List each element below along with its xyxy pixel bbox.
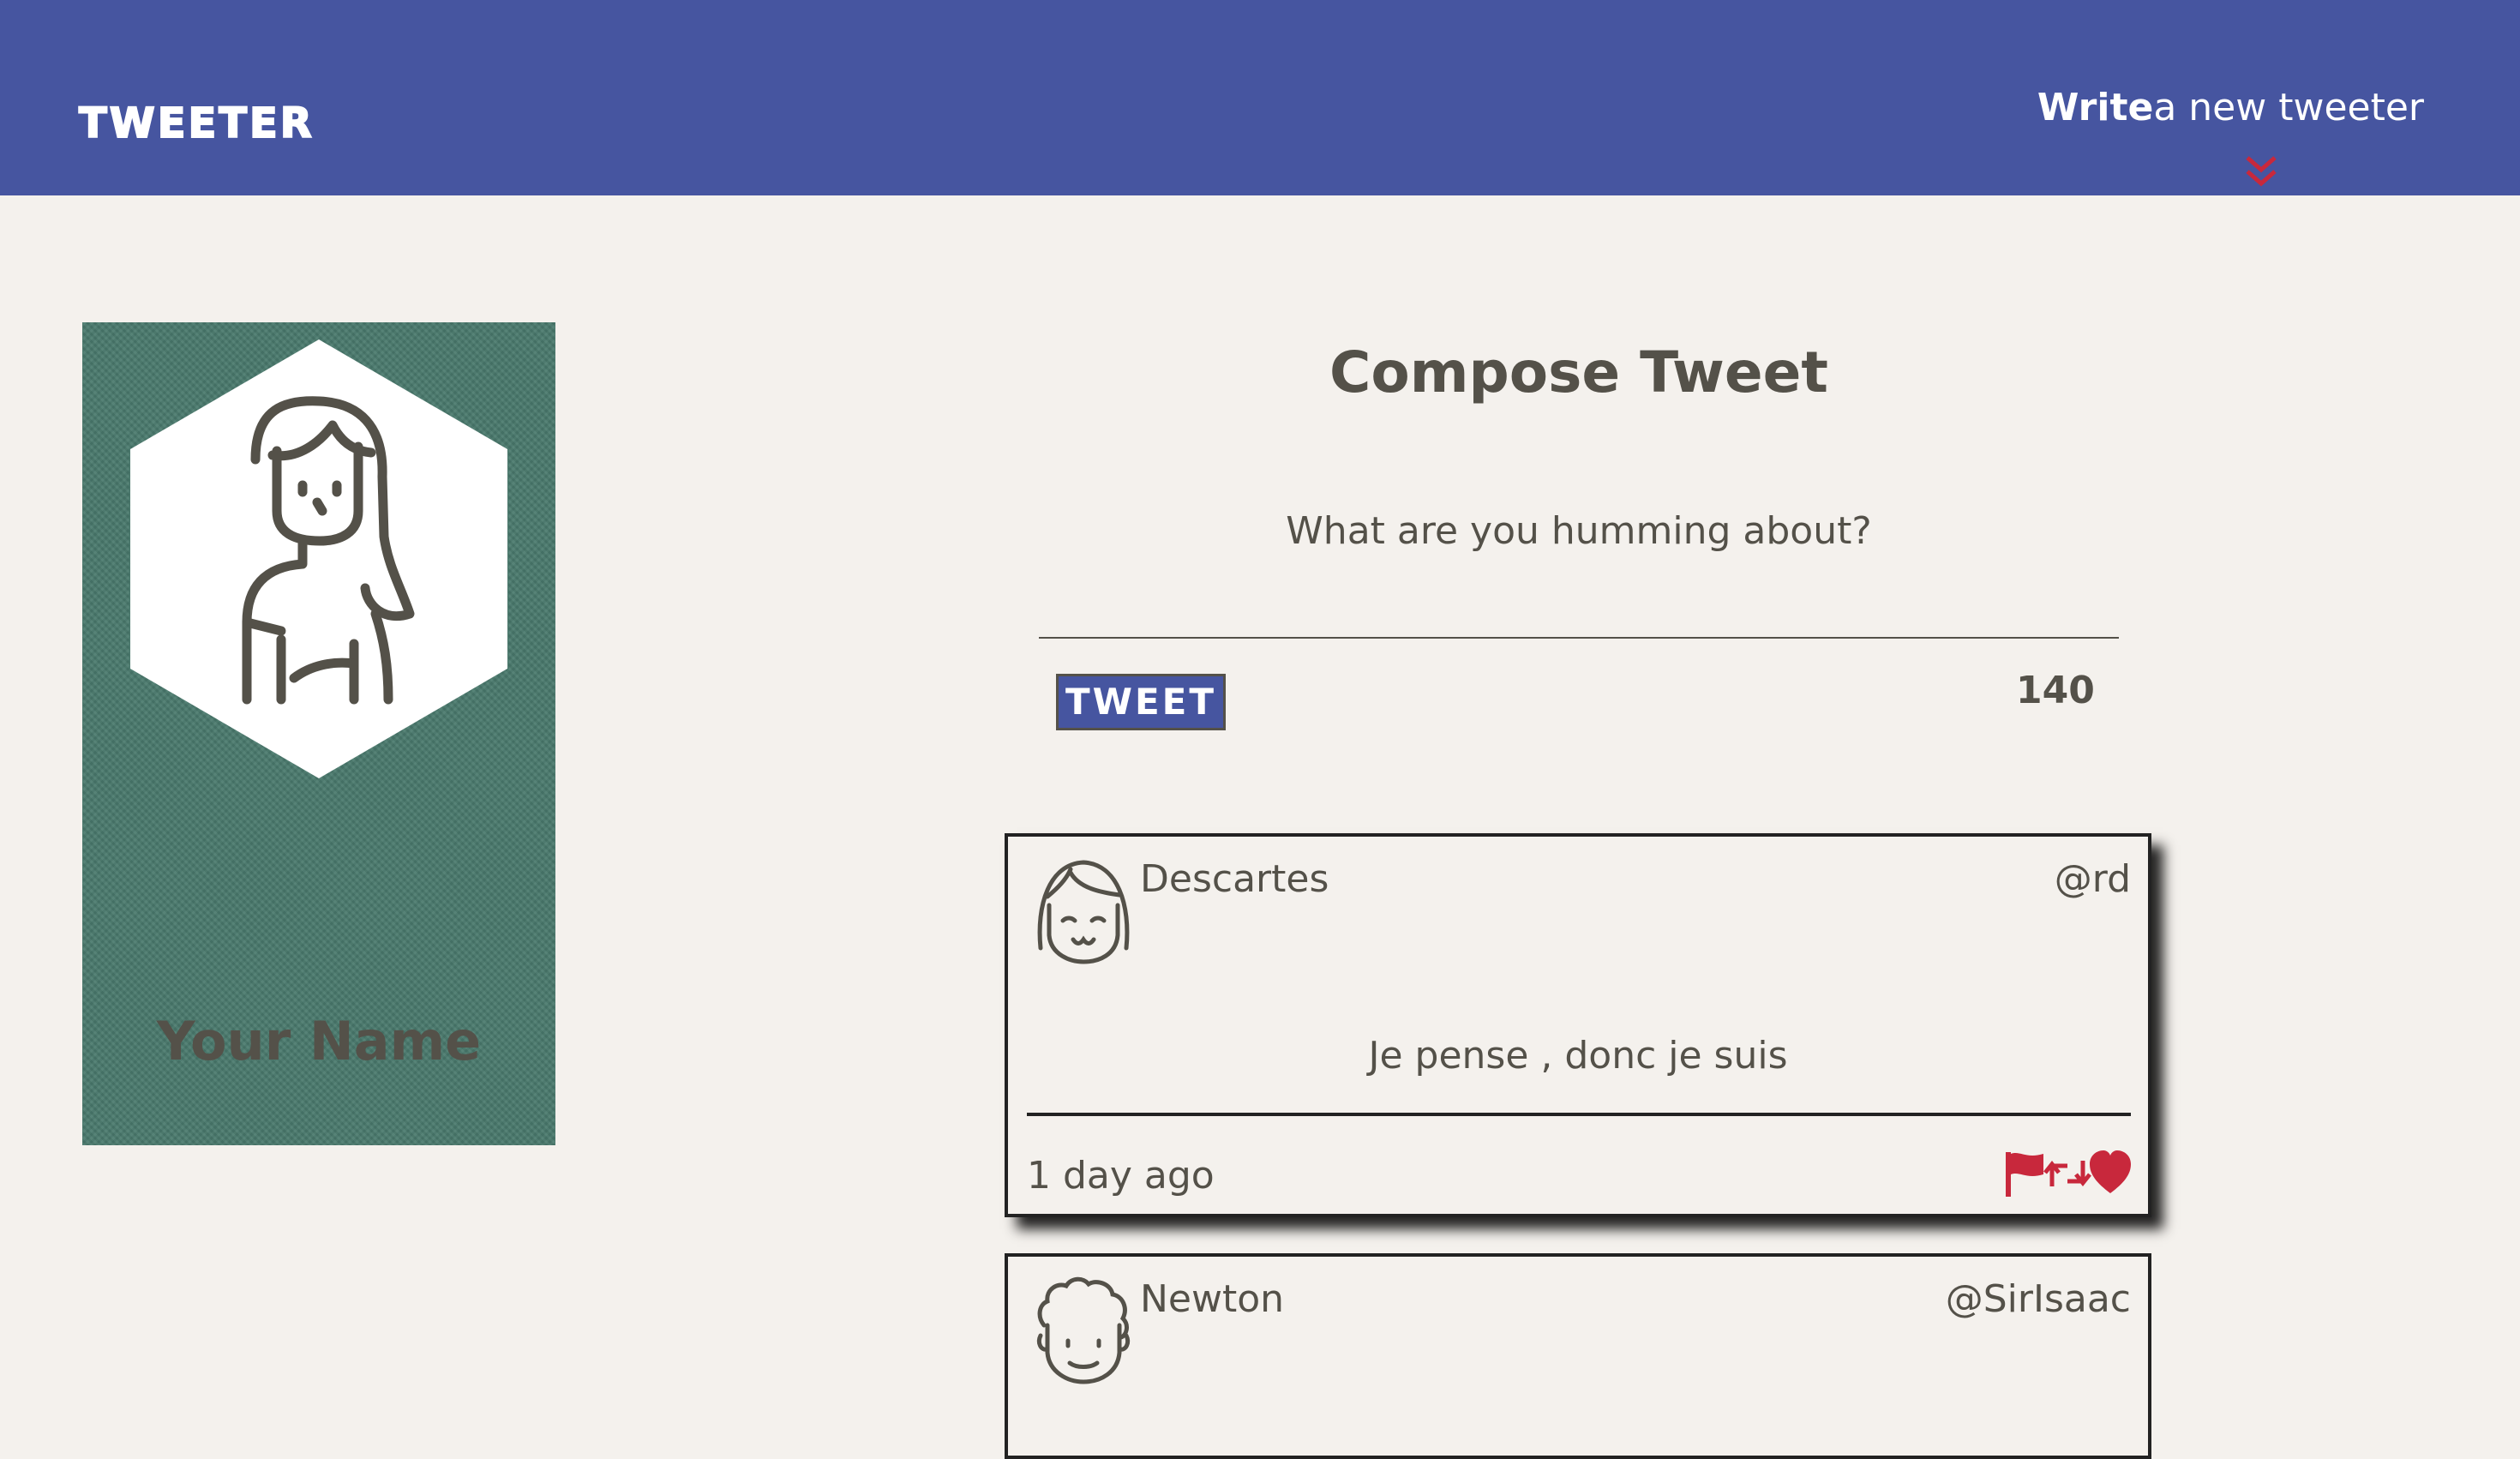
retweet-icon[interactable]: [2043, 1149, 2091, 1198]
tweet-divider: [1027, 1113, 2131, 1116]
heart-icon[interactable]: [2088, 1149, 2133, 1198]
tweet-author-avatar: [1037, 860, 1130, 964]
write-link-bold: Write: [2037, 86, 2154, 129]
profile-name: Your Name: [156, 1010, 482, 1072]
tweet-handle: @rd: [2054, 857, 2131, 901]
compose-tweet-input[interactable]: [1039, 501, 2119, 639]
write-new-tweet-link[interactable]: Writea new tweeter: [2037, 86, 2424, 129]
tweet-card: Descartes @rd Je pense , donc je suis 1 …: [1005, 833, 2151, 1217]
profile-avatar: [130, 339, 507, 778]
flag-icon[interactable]: [2004, 1149, 2045, 1198]
compose-title: Compose Tweet: [1329, 339, 1828, 405]
tweet-timestamp: 1 day ago: [1027, 1154, 1215, 1198]
tweet-author-avatar: [1036, 1276, 1131, 1384]
top-navbar: TWEETER Writea new tweeter: [0, 0, 2520, 195]
character-counter: 140: [2016, 669, 2095, 712]
tweet-actions: [2004, 1149, 2133, 1198]
tweet-author: Descartes: [1140, 857, 1329, 901]
tweet-handle: @SirIsaac: [1945, 1277, 2131, 1321]
app-logo[interactable]: TWEETER: [78, 99, 315, 148]
tweet-card: Newton @SirIsaac: [1005, 1253, 2151, 1459]
profile-card: Your Name: [82, 322, 555, 1145]
write-link-rest: a new tweeter: [2153, 86, 2424, 129]
tweet-content: Je pense , donc je suis: [1368, 1034, 1788, 1078]
tweet-submit-button[interactable]: TWEET: [1056, 674, 1226, 730]
tweet-author: Newton: [1140, 1277, 1285, 1321]
double-chevron-down-icon[interactable]: [2242, 153, 2280, 190]
